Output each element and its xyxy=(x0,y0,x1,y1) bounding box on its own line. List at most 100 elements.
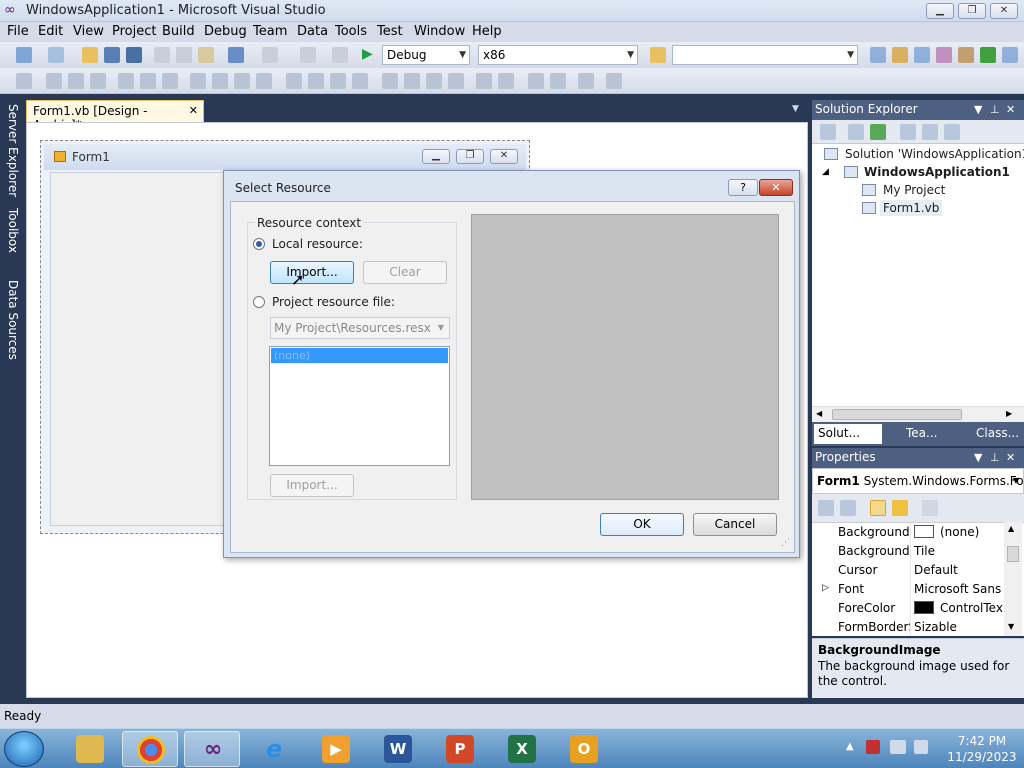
extension-manager-icon[interactable] xyxy=(958,47,974,63)
menu-test[interactable]: Test xyxy=(377,24,403,39)
taskbar-explorer[interactable] xyxy=(62,731,118,767)
property-row[interactable]: FormBorderSt Sizable xyxy=(812,618,1012,636)
taskbar-internet-explorer[interactable]: e xyxy=(246,731,302,767)
list-item[interactable]: (none) xyxy=(271,348,448,363)
menu-debug[interactable]: Debug xyxy=(204,24,247,39)
tab-solution-explorer[interactable]: Solut... xyxy=(814,424,882,444)
menu-help[interactable]: Help xyxy=(472,24,502,39)
properties-view-icon[interactable] xyxy=(870,500,886,516)
scroll-thumb[interactable] xyxy=(1007,546,1019,562)
property-pages-icon[interactable] xyxy=(922,500,938,516)
alphabetical-icon[interactable] xyxy=(840,500,856,516)
make-same-size-icon[interactable] xyxy=(234,73,250,89)
bring-to-front-icon[interactable] xyxy=(528,73,544,89)
vertical-spacing-icon[interactable] xyxy=(382,73,398,89)
clear-button[interactable]: Clear xyxy=(363,261,447,284)
menu-file[interactable]: File xyxy=(7,24,29,39)
send-to-back-icon[interactable] xyxy=(550,73,566,89)
decrease-vertical-spacing-icon[interactable] xyxy=(426,73,442,89)
scroll-right-icon[interactable]: ▶ xyxy=(1006,409,1012,418)
center-vertically-icon[interactable] xyxy=(498,73,514,89)
menu-tools[interactable]: Tools xyxy=(335,24,367,39)
align-centers-icon[interactable] xyxy=(68,73,84,89)
make-same-width-icon[interactable] xyxy=(190,73,206,89)
collapse-arrow-icon[interactable]: ◢ xyxy=(822,167,829,177)
menu-data[interactable]: Data xyxy=(297,24,328,39)
dialog-close-button[interactable]: ✕ xyxy=(759,179,793,196)
auto-hide-pin-icon[interactable]: ⊥ xyxy=(990,103,1000,116)
categorized-icon[interactable] xyxy=(818,500,834,516)
action-center-icon[interactable] xyxy=(866,740,880,754)
cancel-button[interactable]: Cancel xyxy=(693,513,777,536)
properties-window-icon[interactable] xyxy=(892,47,908,63)
find-in-files-icon[interactable] xyxy=(650,47,666,63)
toolbox-tab[interactable]: Toolbox xyxy=(2,208,20,253)
start-debugging-icon[interactable]: ▶ xyxy=(362,46,373,62)
minimize-button[interactable]: ▁ xyxy=(926,3,954,19)
document-tab-form1[interactable]: Form1.vb [Design - Arabic]* ✕ xyxy=(26,100,204,132)
align-middles-icon[interactable] xyxy=(140,73,156,89)
taskbar-excel[interactable]: X xyxy=(494,731,550,767)
tab-team-explorer[interactable]: Tea... xyxy=(886,424,954,444)
import-project-button[interactable]: Import... xyxy=(270,474,354,497)
taskbar-outlook[interactable]: O xyxy=(556,731,612,767)
resource-file-combo[interactable]: My Project\Resources.resx ▼ xyxy=(270,317,450,339)
solution-explorer-icon[interactable] xyxy=(870,47,886,63)
start-page-icon[interactable] xyxy=(980,47,996,63)
taskbar-powerpoint[interactable]: P xyxy=(432,731,488,767)
find-combo[interactable]: ▼ xyxy=(672,45,858,65)
property-row[interactable]: Cursor Default xyxy=(812,561,1012,580)
align-tops-icon[interactable] xyxy=(118,73,134,89)
menu-project[interactable]: Project xyxy=(112,24,156,39)
paste-icon[interactable] xyxy=(198,47,214,63)
resize-grip-icon[interactable]: ⋰ xyxy=(781,538,790,548)
property-grid-scrollbar[interactable]: ▲ ▼ xyxy=(1004,522,1022,636)
open-file-icon[interactable] xyxy=(82,47,98,63)
network-icon[interactable] xyxy=(890,740,906,754)
tree-item-my-project[interactable]: My Project xyxy=(883,183,945,197)
property-object-selector[interactable]: Form1 System.Windows.Forms.Fo ▼ xyxy=(812,468,1024,494)
toolbox-icon[interactable] xyxy=(936,47,952,63)
document-list-dropdown-icon[interactable]: ▼ xyxy=(792,104,799,114)
volume-icon[interactable] xyxy=(914,740,928,754)
save-icon[interactable] xyxy=(104,47,120,63)
taskbar-media-player[interactable]: ▶ xyxy=(308,731,364,767)
save-all-icon[interactable] xyxy=(126,47,142,63)
server-explorer-tab[interactable]: Server Explorer xyxy=(2,104,20,197)
increase-vertical-spacing-icon[interactable] xyxy=(404,73,420,89)
align-rights-icon[interactable] xyxy=(90,73,106,89)
refresh-icon[interactable] xyxy=(870,124,886,140)
cut-icon[interactable] xyxy=(154,47,170,63)
show-all-files-icon[interactable] xyxy=(848,124,864,140)
view-designer-icon[interactable] xyxy=(922,124,938,140)
menu-view[interactable]: View xyxy=(73,24,104,39)
taskbar-visual-studio[interactable]: ∞ xyxy=(184,731,240,767)
tree-item-project[interactable]: WindowsApplication1 xyxy=(864,165,1010,179)
close-panel-icon[interactable]: ✕ xyxy=(1006,451,1015,464)
add-item-icon[interactable] xyxy=(48,47,64,63)
view-code-icon[interactable] xyxy=(900,124,916,140)
navigate-backward-icon[interactable] xyxy=(300,47,316,63)
redo-icon[interactable] xyxy=(262,47,278,63)
taskbar-chrome[interactable] xyxy=(122,731,178,767)
new-project-icon[interactable] xyxy=(16,47,32,63)
property-row[interactable]: ForeColor ControlTex xyxy=(812,599,1012,618)
increase-horizontal-spacing-icon[interactable] xyxy=(308,73,324,89)
tree-item-form1[interactable]: Form1.vb xyxy=(880,200,943,216)
events-icon[interactable] xyxy=(892,500,908,516)
maximize-button[interactable]: ❐ xyxy=(958,3,986,19)
solution-configuration-combo[interactable]: Debug ▼ xyxy=(382,45,470,65)
tree-item-solution[interactable]: Solution 'WindowsApplication1' xyxy=(845,147,1024,161)
local-resource-radio[interactable] xyxy=(253,238,265,250)
menu-edit[interactable]: Edit xyxy=(38,24,63,39)
make-same-height-icon[interactable] xyxy=(212,73,228,89)
undo-icon[interactable] xyxy=(228,47,244,63)
align-to-grid-icon[interactable] xyxy=(16,73,32,89)
help-button[interactable]: ? xyxy=(728,179,758,196)
property-row[interactable]: ▷ Font Microsoft Sans S xyxy=(812,580,1012,599)
horizontal-spacing-icon[interactable] xyxy=(286,73,302,89)
navigate-forward-icon[interactable] xyxy=(332,47,348,63)
solution-horizontal-scrollbar[interactable]: ◀ ▶ xyxy=(812,406,1024,422)
menu-build[interactable]: Build xyxy=(162,24,195,39)
taskbar-word[interactable]: W xyxy=(370,731,426,767)
